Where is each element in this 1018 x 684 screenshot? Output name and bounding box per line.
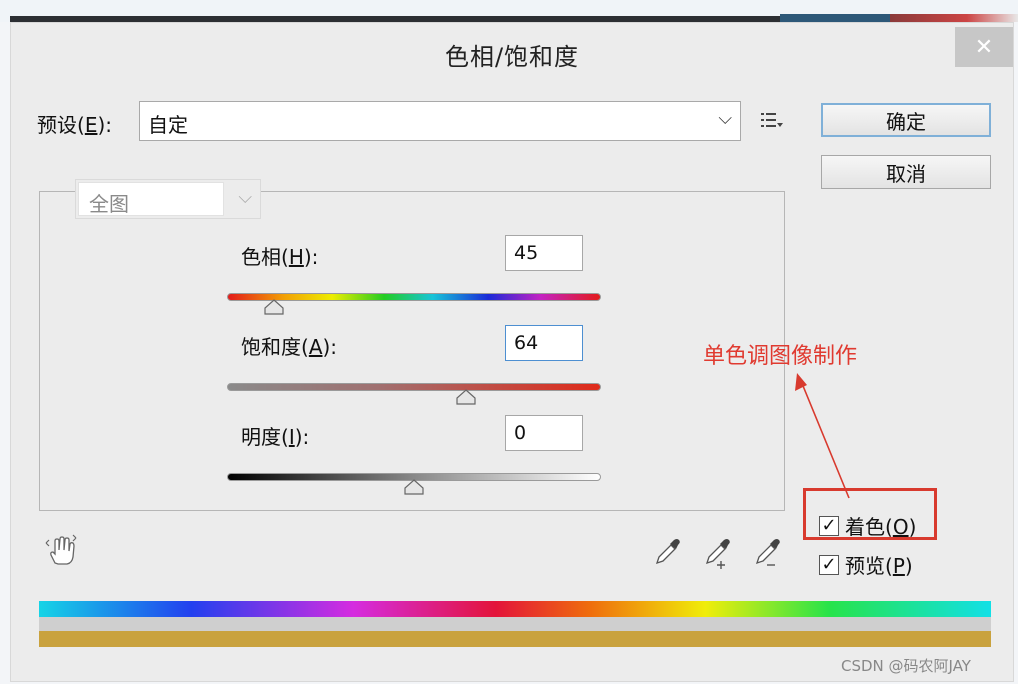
hue-label: 色相(H): (241, 245, 319, 269)
eyedropper-minus-icon[interactable] (753, 535, 785, 573)
annotation-arrow (795, 373, 850, 499)
background-bar (780, 14, 890, 22)
adjustment-group (39, 191, 785, 511)
ok-button[interactable]: 确定 (821, 103, 991, 137)
chevron-down-icon: ⌵ (238, 187, 252, 208)
lightness-label: 明度(I): (241, 425, 310, 449)
channel-field: 全图 (78, 182, 224, 216)
preview-option[interactable]: ✓ 预览(P) (819, 550, 913, 579)
spectrum-gap (39, 617, 991, 631)
lightness-input[interactable]: 0 (505, 415, 583, 451)
cancel-button[interactable]: 取消 (821, 155, 991, 189)
colorize-label: 着色(O) (845, 515, 917, 539)
saturation-slider-track[interactable] (227, 383, 601, 391)
preview-label: 预览(P) (845, 554, 913, 578)
dialog-title: 色相/饱和度 (444, 43, 580, 71)
colorize-option[interactable]: ✓ 着色(O) (819, 511, 916, 540)
hue-saturation-dialog: 色相/饱和度 ✕ 预设(E): 自定 ⌵ 确定 取消 全图 ⌵ 色相(H): 4… (10, 22, 1014, 682)
chevron-down-icon: ⌵ (718, 108, 732, 129)
preset-dropdown[interactable]: 自定 ⌵ (139, 101, 741, 141)
preset-options-icon[interactable] (759, 109, 785, 133)
background-bar (890, 14, 1018, 22)
watermark: CSDN @码农阿JAY (841, 657, 971, 675)
eyedropper-icon[interactable] (653, 535, 683, 571)
saturation-input[interactable]: 64 (505, 325, 583, 361)
targeted-adjustment-hand-icon[interactable] (43, 533, 79, 573)
annotation-text: 单色调图像制作 (703, 344, 858, 369)
preset-value: 自定 (148, 113, 188, 137)
channel-value: 全图 (89, 192, 129, 216)
channel-dropdown[interactable]: 全图 ⌵ (75, 179, 261, 219)
close-button[interactable]: ✕ (955, 27, 1013, 67)
preset-label: 预设(E): (37, 113, 112, 137)
input-color-spectrum (39, 601, 991, 617)
background-window-strip (0, 0, 1018, 22)
saturation-label: 饱和度(A): (241, 335, 338, 359)
colorize-checkbox[interactable]: ✓ (819, 515, 839, 536)
hue-input[interactable]: 45 (505, 235, 583, 271)
eyedropper-plus-icon[interactable] (703, 535, 735, 573)
preview-checkbox[interactable]: ✓ (819, 554, 839, 575)
output-color-spectrum (39, 631, 991, 647)
